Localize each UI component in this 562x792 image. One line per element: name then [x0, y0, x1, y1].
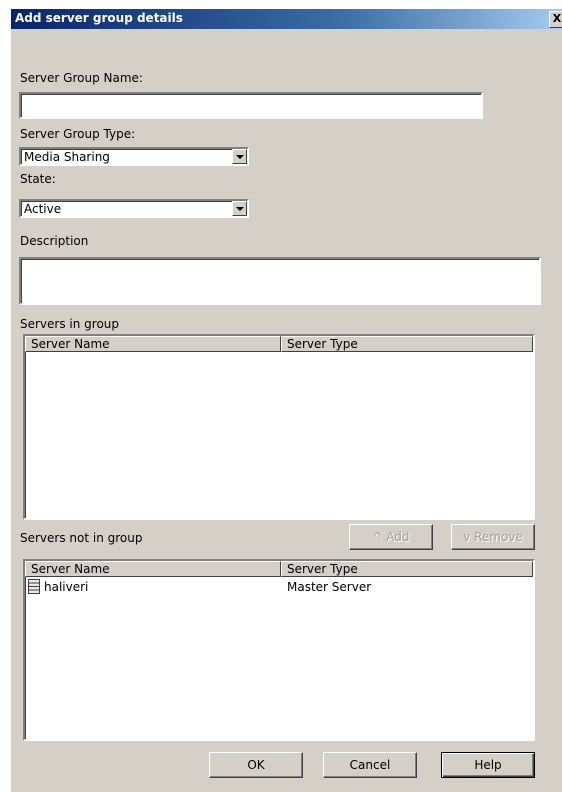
description-input[interactable] — [19, 257, 541, 305]
remove-button[interactable]: v Remove — [451, 524, 535, 550]
column-header-server-type[interactable]: Server Type — [281, 336, 533, 352]
servers-in-group-list[interactable]: Server Name Server Type — [23, 334, 535, 520]
server-type-cell: Master Server — [287, 580, 372, 594]
chevron-down-icon — [236, 155, 244, 159]
servers-not-in-group-list[interactable]: Server Name Server Type haliveri Master … — [23, 559, 535, 741]
group-type-dropdown-button[interactable] — [232, 149, 247, 164]
group-type-dropdown[interactable]: Media Sharing — [19, 147, 249, 166]
state-value: Active — [24, 202, 62, 216]
group-name-input[interactable] — [19, 92, 483, 119]
server-icon — [28, 579, 40, 594]
add-button[interactable]: ^ Add — [349, 524, 433, 550]
ok-button[interactable]: OK — [209, 752, 303, 778]
group-type-label: Server Group Type: — [20, 127, 136, 141]
state-label: State: — [20, 172, 56, 186]
server-name-cell: haliveri — [44, 580, 89, 594]
group-type-value: Media Sharing — [24, 150, 110, 164]
close-button[interactable]: X — [549, 11, 562, 28]
column-header-server-name[interactable]: Server Name — [25, 336, 281, 352]
cancel-button[interactable]: Cancel — [323, 752, 417, 778]
title-bar[interactable]: Add server group details X — [11, 9, 562, 29]
state-dropdown-button[interactable] — [232, 201, 247, 216]
help-button[interactable]: Help — [441, 752, 535, 778]
column-header-server-name[interactable]: Server Name — [25, 561, 281, 577]
state-dropdown[interactable]: Active — [19, 199, 249, 218]
description-label: Description — [20, 234, 89, 248]
window-title: Add server group details — [15, 11, 183, 25]
servers-in-group-label: Servers in group — [20, 317, 120, 331]
group-name-label: Server Group Name: — [20, 71, 143, 85]
table-row[interactable]: haliveri Master Server — [25, 578, 533, 596]
servers-not-in-group-label: Servers not in group — [20, 531, 143, 545]
add-server-group-dialog: Add server group details X Server Group … — [10, 8, 562, 792]
column-header-server-type[interactable]: Server Type — [281, 561, 533, 577]
chevron-down-icon — [236, 207, 244, 211]
close-icon: X — [552, 12, 562, 25]
